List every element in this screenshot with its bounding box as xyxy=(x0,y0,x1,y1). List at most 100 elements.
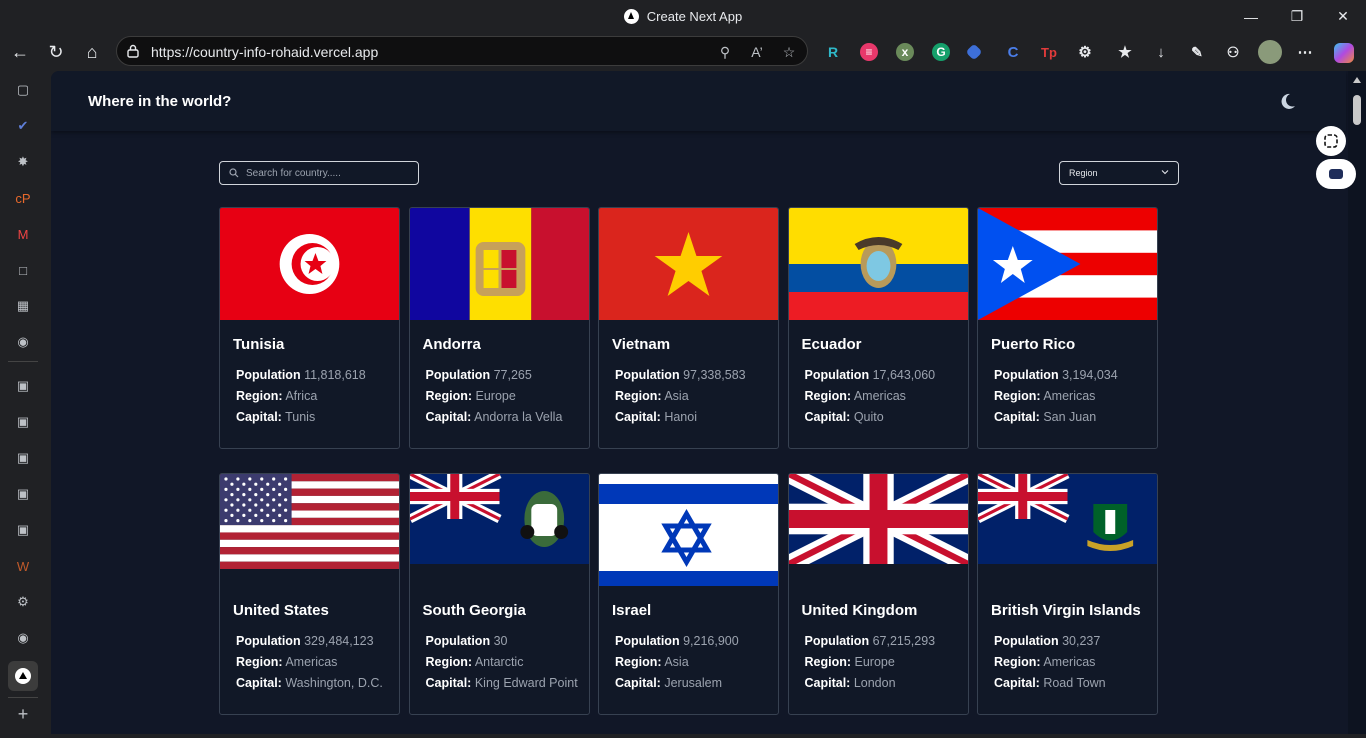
document-icon[interactable]: □ xyxy=(14,261,32,279)
region-label: Region: xyxy=(425,655,473,669)
favorite-star-icon[interactable]: ☆ xyxy=(779,42,799,62)
andorra-flag xyxy=(409,208,589,320)
share-icon[interactable]: ⚇ xyxy=(1224,43,1242,61)
country-card[interactable]: Puerto Rico Population 3,194,034 Region:… xyxy=(977,207,1158,449)
favorites-icon[interactable]: ★ xyxy=(1116,43,1134,61)
sidebar-grid-icon[interactable]: ▦ xyxy=(14,297,32,315)
site-brand[interactable]: Where in the world? xyxy=(88,93,231,110)
search-icon xyxy=(229,168,239,178)
ecuador-flag xyxy=(788,208,968,320)
country-capital: Capital: Jerusalem xyxy=(615,676,722,690)
search-input[interactable] xyxy=(246,164,411,182)
chatgpt-icon[interactable]: ✸ xyxy=(14,153,32,171)
country-population: Population 97,338,583 xyxy=(615,368,746,382)
country-population: Population 30,237 xyxy=(994,634,1100,648)
country-region: Region: Asia xyxy=(615,389,689,403)
sidebar-copilot-button[interactable] xyxy=(1316,159,1356,189)
sidebar-cp-icon[interactable]: cP xyxy=(14,189,32,207)
capital-label: Capital: xyxy=(425,410,472,424)
screenshot-icon[interactable]: ✎ xyxy=(1188,43,1206,61)
sidebar-app-slash-icon[interactable]: ▣ xyxy=(14,413,32,431)
read-aloud-icon[interactable]: A’ xyxy=(747,42,767,62)
add-app-icon[interactable]: + xyxy=(14,704,32,724)
country-card[interactable]: Ecuador Population 17,643,060 Region: Am… xyxy=(787,207,969,449)
sidebar-app-slash-icon[interactable]: ▣ xyxy=(14,521,32,539)
visual-search-button[interactable] xyxy=(1316,126,1346,156)
github-icon[interactable]: ◉ xyxy=(14,629,32,647)
country-region: Region: Europe xyxy=(426,389,516,403)
country-name: Andorra xyxy=(422,336,481,353)
chevron-down-icon xyxy=(1161,170,1169,175)
country-name: United States xyxy=(233,602,329,619)
country-card[interactable]: South Georgia Population 30 Region: Anta… xyxy=(408,473,590,715)
scrollbar-thumb[interactable] xyxy=(1353,95,1361,125)
region-value: Europe xyxy=(475,389,516,403)
country-card[interactable]: United Kingdom Population 67,215,293 Reg… xyxy=(787,473,969,715)
github-icon[interactable]: ◉ xyxy=(14,333,32,351)
capital-value: Road Town xyxy=(1043,676,1106,690)
country-card[interactable]: Andorra Population 77,265 Region: Europe… xyxy=(408,207,590,449)
web-page: Where in the world? Region Tunisia Popul… xyxy=(51,71,1366,734)
population-value: 30 xyxy=(493,634,508,648)
home-button[interactable]: ⌂ xyxy=(77,37,107,67)
country-population: Population 67,215,293 xyxy=(805,634,936,648)
nextjs-logo-icon xyxy=(623,9,639,24)
extension-pink-icon[interactable]: ≡ xyxy=(860,43,878,61)
downloads-icon[interactable]: ↓ xyxy=(1152,43,1170,61)
sidebar-w-icon[interactable]: W xyxy=(14,557,32,575)
region-value: Asia xyxy=(664,389,689,403)
copilot-icon[interactable] xyxy=(1334,43,1354,63)
country-card[interactable]: Vietnam Population 97,338,583 Region: As… xyxy=(598,207,779,449)
extensions-puzzle-icon[interactable]: ⚙ xyxy=(1076,43,1094,61)
country-capital: Capital: London xyxy=(805,676,896,690)
gmail-icon[interactable]: M xyxy=(14,225,32,243)
extension-x-icon[interactable]: x xyxy=(896,43,914,61)
sidebar-divider xyxy=(8,697,38,698)
country-region: Region: Americas xyxy=(994,389,1095,403)
refresh-button[interactable]: ↻ xyxy=(41,37,71,67)
region-value: Americas xyxy=(853,389,906,403)
sidebar-app-slash-icon[interactable]: ▣ xyxy=(14,449,32,467)
extension-c-icon[interactable]: C xyxy=(1004,43,1022,61)
sidebar-divider xyxy=(8,361,38,362)
region-label: Region: xyxy=(615,389,662,403)
sidebar-app-slash-icon[interactable]: ▣ xyxy=(14,377,32,395)
country-card[interactable]: Israel Population 9,216,900 Region: Asia… xyxy=(598,473,779,715)
capital-value: Jerusalem xyxy=(664,676,722,690)
country-card[interactable]: United States Population 329,484,123 Reg… xyxy=(219,473,400,715)
scroll-up-arrow[interactable] xyxy=(1353,77,1361,83)
united-kingdom-flag xyxy=(788,474,968,564)
sidebar-settings-icon[interactable]: ⚙ xyxy=(14,593,32,611)
visual-search-icon xyxy=(1324,134,1338,148)
extension-r-icon[interactable]: R xyxy=(824,43,842,61)
population-value: 329,484,123 xyxy=(304,634,374,648)
dark-mode-moon-icon[interactable] xyxy=(1278,91,1298,111)
restore-button[interactable]: ❐ xyxy=(1274,0,1320,33)
extension-tp-icon[interactable]: Tp xyxy=(1040,43,1058,61)
grammarly-icon[interactable]: G xyxy=(932,43,950,61)
region-label: Region: xyxy=(236,389,283,403)
capital-label: Capital: xyxy=(615,410,661,424)
region-select[interactable]: Region xyxy=(1059,161,1179,185)
minimize-button[interactable]: — xyxy=(1228,0,1274,33)
capital-value: Andorra la Vella xyxy=(474,410,563,424)
country-card[interactable]: Tunisia Population 11,818,618 Region: Af… xyxy=(219,207,400,449)
more-menu-icon[interactable]: ⋯ xyxy=(1296,43,1314,61)
population-label: Population xyxy=(236,368,301,382)
address-bar[interactable]: https://country-info-rohaid.vercel.app ⚲… xyxy=(116,36,808,66)
region-value: Asia xyxy=(664,655,689,669)
url-text: https://country-info-rohaid.vercel.app xyxy=(151,44,379,60)
nextjs-app-icon[interactable] xyxy=(8,661,38,691)
profile-avatar[interactable] xyxy=(1258,40,1282,64)
sidebar-app-icon[interactable]: ✔ xyxy=(14,117,32,135)
capital-value: Quito xyxy=(853,410,884,424)
tab-actions-icon[interactable]: ▢ xyxy=(14,81,32,99)
zoom-icon[interactable]: ⚲ xyxy=(715,42,735,62)
back-button[interactable]: ← xyxy=(5,37,35,67)
extension-blue-diamond-icon[interactable] xyxy=(965,43,983,61)
close-button[interactable]: ✕ xyxy=(1320,0,1366,33)
sidebar-app-slash-icon[interactable]: ▣ xyxy=(14,485,32,503)
region-label: Region: xyxy=(804,389,852,403)
country-card[interactable]: British Virgin Islands Population 30,237… xyxy=(977,473,1158,715)
vietnam-flag xyxy=(599,208,778,320)
